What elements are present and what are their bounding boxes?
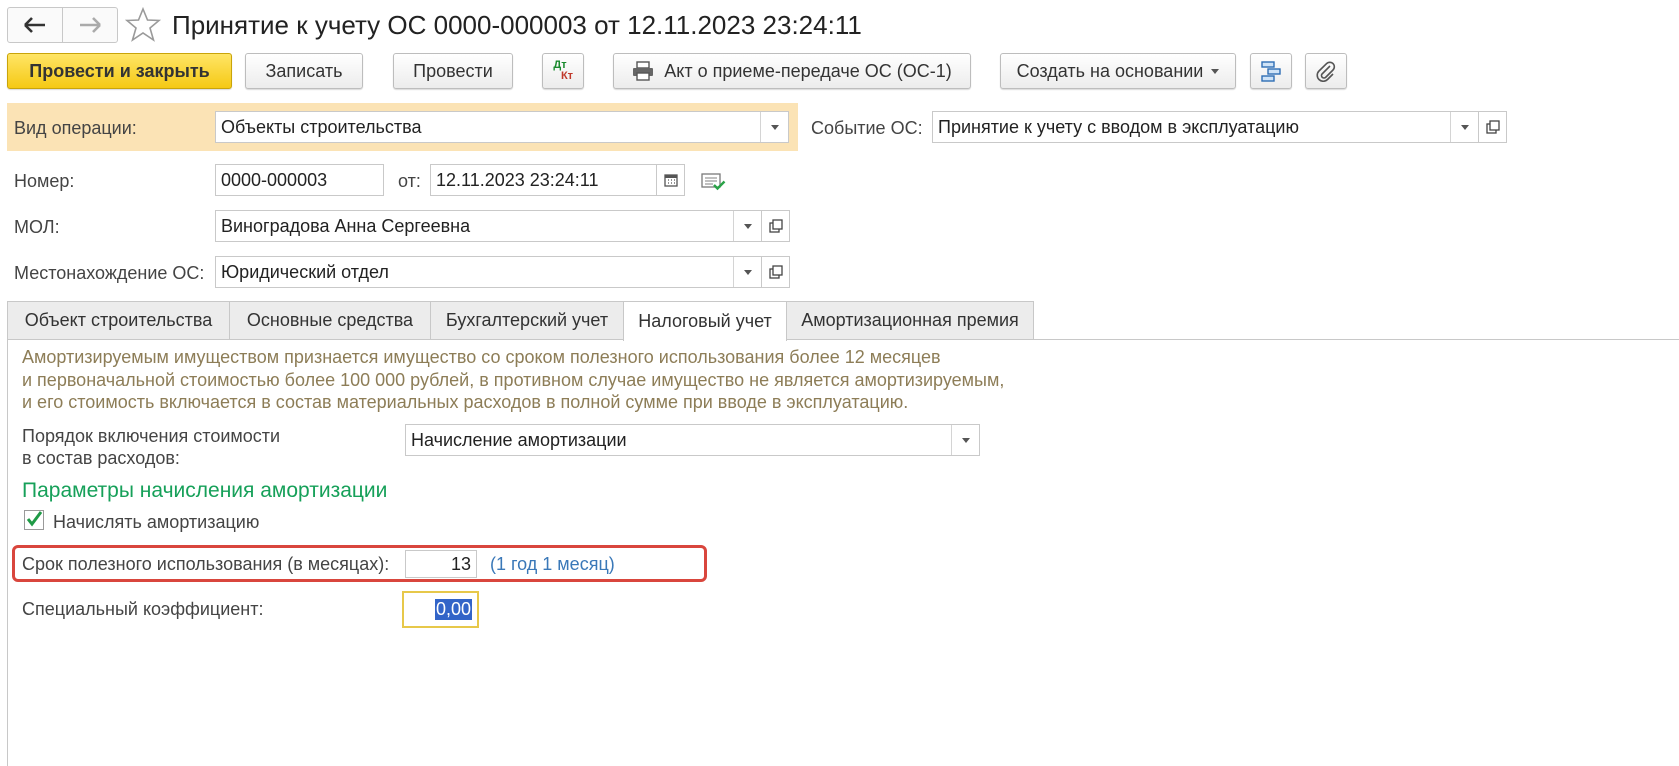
paperclip-icon xyxy=(1316,61,1336,82)
dropdown-arrow-icon[interactable] xyxy=(760,112,788,142)
window-title: Принятие к учету ОС 0000-000003 от 12.11… xyxy=(172,10,862,40)
back-button[interactable] xyxy=(8,8,62,42)
tab-tax-accounting[interactable]: Налоговый учет xyxy=(623,301,787,341)
print-act-label: Акт о приеме-передаче ОС (ОС-1) xyxy=(664,60,952,81)
dropdown-arrow-icon[interactable] xyxy=(733,257,761,287)
special-coef-input[interactable]: 0,00 xyxy=(402,591,479,628)
depreciation-note: Амортизируемым имуществом признается иму… xyxy=(22,347,1005,412)
number-label: Номер: xyxy=(14,171,75,191)
open-icon[interactable] xyxy=(761,211,789,241)
tab-accounting[interactable]: Бухгалтерский учет xyxy=(430,301,624,339)
location-label: Местонахождение ОС: xyxy=(14,263,205,283)
create-based-on-button[interactable]: Создать на основании xyxy=(1000,53,1236,89)
tab-strip-line xyxy=(7,339,1679,340)
arrow-right-icon xyxy=(80,17,101,33)
cost-order-label: Порядок включения стоимости в состав рас… xyxy=(22,426,281,468)
dt-kt-button[interactable]: Дт Кт xyxy=(542,53,584,89)
open-icon[interactable] xyxy=(1478,112,1506,142)
date-label: от: xyxy=(398,171,421,191)
attachments-button[interactable] xyxy=(1305,53,1347,89)
dt-kt-icon: Дт Кт xyxy=(553,59,574,82)
calendar-icon[interactable] xyxy=(656,165,684,195)
depreciation-params-title: Параметры начисления амортизации xyxy=(22,479,388,502)
structure-button[interactable] xyxy=(1250,53,1292,89)
favorite-star-icon[interactable] xyxy=(124,6,162,44)
useful-life-input[interactable]: 13 xyxy=(405,550,477,578)
asset-event-select[interactable]: Принятие к учету с вводом в эксплуатацию xyxy=(932,111,1507,143)
print-act-button[interactable]: Акт о приеме-передаче ОС (ОС-1) xyxy=(613,53,971,89)
printer-icon xyxy=(633,61,654,81)
checkmark-icon xyxy=(26,511,43,527)
tab-depreciation-bonus[interactable]: Амортизационная премия xyxy=(786,301,1034,339)
dropdown-arrow-icon[interactable] xyxy=(733,211,761,241)
operation-type-select[interactable]: Объекты строительства xyxy=(215,111,789,143)
post-and-close-button[interactable]: Провести и закрыть xyxy=(7,53,232,89)
chevron-down-icon xyxy=(1211,68,1220,74)
operation-type-value: Объекты строительства xyxy=(221,116,422,137)
create-based-on-label: Создать на основании xyxy=(1016,60,1204,81)
document-status-icon xyxy=(700,170,726,197)
special-coef-label: Специальный коэффициент: xyxy=(22,599,264,619)
accrue-depreciation-checkbox[interactable] xyxy=(24,510,44,530)
arrow-left-icon xyxy=(24,17,45,33)
panel-border xyxy=(7,339,8,766)
navigation-buttons xyxy=(7,7,118,43)
mol-label: МОЛ: xyxy=(14,217,60,237)
tab-fixed-assets[interactable]: Основные средства xyxy=(229,301,431,339)
number-input[interactable]: 0000-000003 xyxy=(215,164,384,196)
save-button[interactable]: Записать xyxy=(245,53,363,89)
structure-icon xyxy=(1261,61,1281,82)
cost-order-select[interactable]: Начисление амортизации xyxy=(405,424,980,456)
mol-select[interactable]: Виноградова Анна Сергеевна xyxy=(215,210,790,242)
asset-event-label: Событие ОС: xyxy=(811,118,923,138)
dropdown-arrow-icon[interactable] xyxy=(1450,112,1478,142)
forward-button[interactable] xyxy=(62,8,117,42)
useful-life-hint-link[interactable]: (1 год 1 месяц) xyxy=(490,552,615,576)
operation-type-label: Вид операции: xyxy=(14,118,137,138)
useful-life-label: Срок полезного использования (в месяцах)… xyxy=(22,554,390,574)
asset-event-value: Принятие к учету с вводом в эксплуатацию xyxy=(938,116,1299,137)
tab-construction-object[interactable]: Объект строительства xyxy=(7,301,230,339)
dropdown-arrow-icon[interactable] xyxy=(951,425,979,455)
post-button[interactable]: Провести xyxy=(393,53,513,89)
date-input[interactable]: 12.11.2023 23:24:11 xyxy=(430,164,685,196)
location-select[interactable]: Юридический отдел xyxy=(215,256,790,288)
open-icon[interactable] xyxy=(761,257,789,287)
accrue-depreciation-label: Начислять амортизацию xyxy=(53,512,260,532)
